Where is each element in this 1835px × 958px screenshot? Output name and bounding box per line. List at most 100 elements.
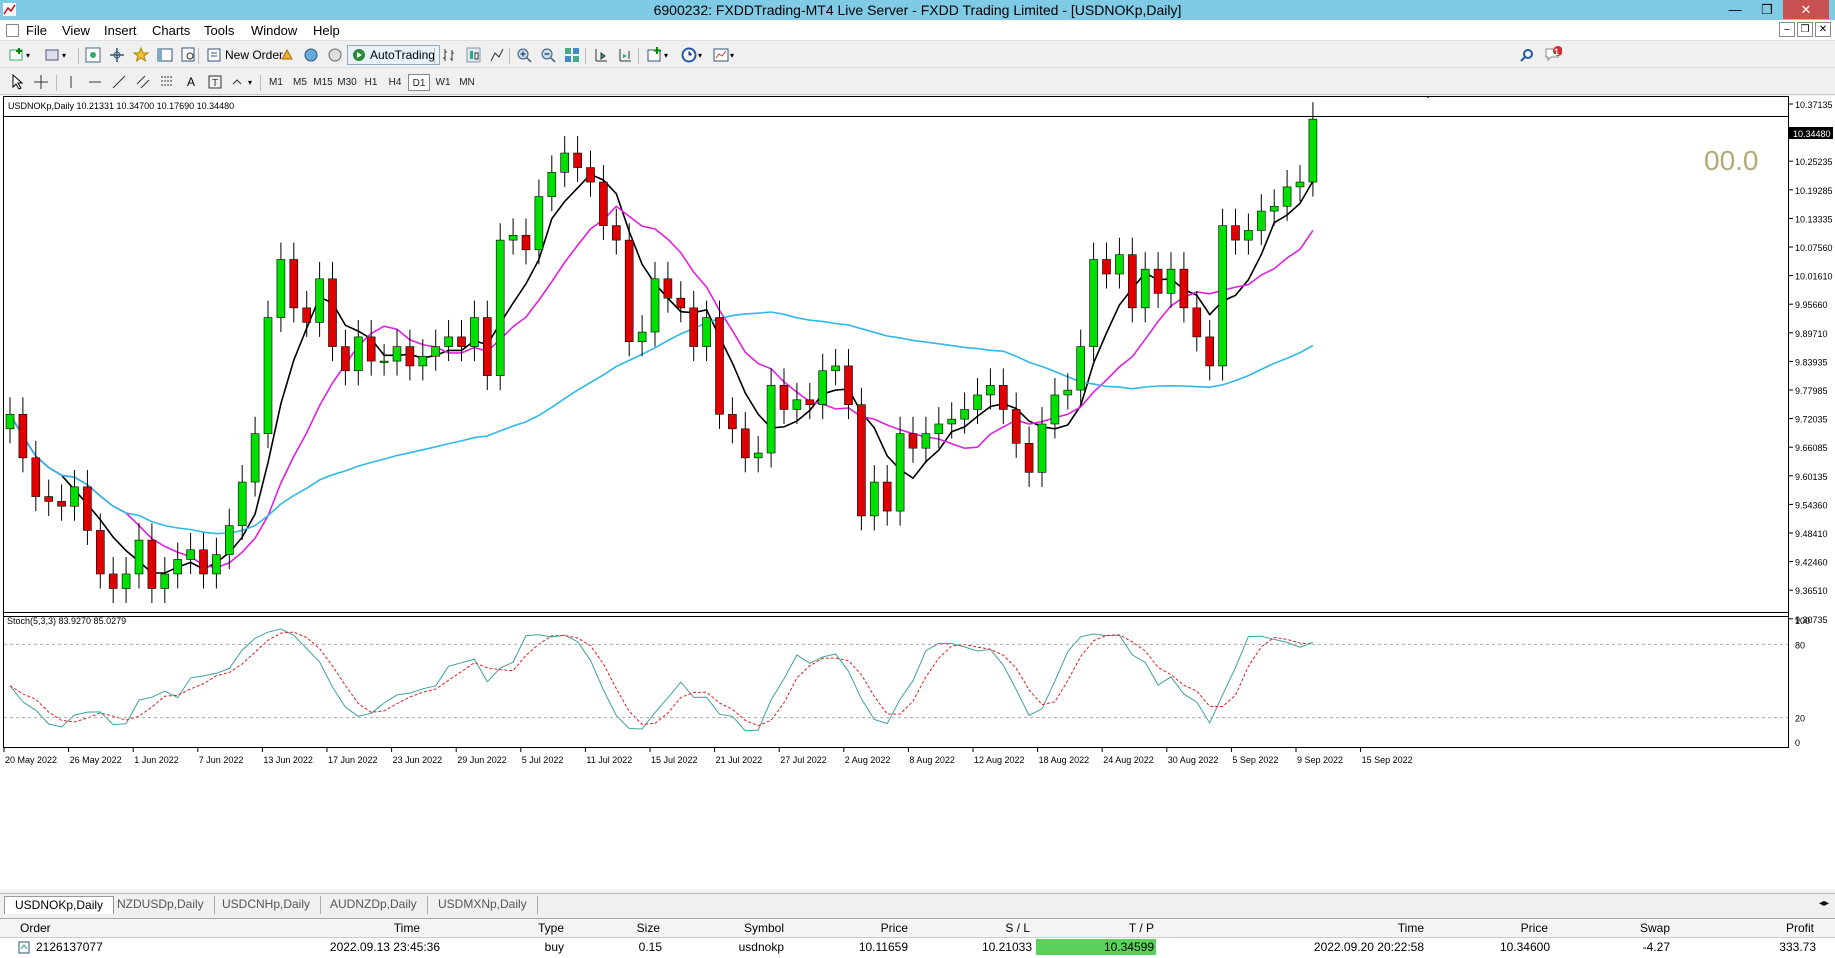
tab-nzdusdp[interactable]: NZDUSDp,Daily [107,896,215,914]
cell-close-price: 10.34600 [1499,940,1550,954]
notifications-button[interactable]: 1 [1544,46,1562,64]
chart-window[interactable]: 10.3713510.3118510.2523510.1928510.13335… [0,94,1835,889]
col-type[interactable]: Type [520,921,564,935]
market-watch-button[interactable] [84,46,102,64]
text-label-button[interactable]: T [206,73,224,91]
svg-text:T: T [212,78,218,89]
menu-tools[interactable]: Tools [204,23,234,38]
equidistant-channel-button[interactable] [134,73,152,91]
menu-charts[interactable]: Charts [152,23,190,38]
market-button[interactable] [326,46,344,64]
horizontal-line-button[interactable] [86,73,104,91]
timeframe-h4[interactable]: H4 [384,74,406,91]
navigator-button[interactable] [132,46,150,64]
line-chart-button[interactable] [488,46,506,64]
col-close-price[interactable]: Price [1498,921,1548,935]
cell-swap: -4.27 [1642,940,1670,954]
bullish-candle [1063,389,1073,396]
col-time[interactable]: Time [370,921,420,935]
candlestick-button[interactable] [464,46,482,64]
price-chart-svg[interactable]: 10.3713510.3118510.2523510.1928510.13335… [0,94,1835,889]
menu-file[interactable]: File [26,23,47,38]
metaeditor-button[interactable] [278,46,296,64]
crosshair-button[interactable] [32,73,50,91]
data-window-button[interactable] [108,46,126,64]
tab-usdnokp[interactable]: USDNOKp,Daily [4,896,115,914]
tab-scroll-arrows[interactable]: ◂▸ [1819,898,1829,909]
timeframe-m15[interactable]: M15 [312,74,334,91]
strategy-tester-button[interactable] [180,46,198,64]
close-button[interactable]: ✕ [1783,0,1829,19]
chart-shift-button[interactable] [592,46,610,64]
tile-windows-button[interactable] [563,46,581,64]
terminal-window-icon [156,46,174,64]
mdi-close-button[interactable]: ✕ [1815,22,1831,37]
menu-view[interactable]: View [62,23,90,38]
table-row[interactable]: 2126137077 2022.09.13 23:45:36 buy 0.15 … [0,938,1835,957]
col-swap[interactable]: Swap [1620,921,1670,935]
bullish-candle [431,346,441,357]
col-profit[interactable]: Profit [1760,921,1814,935]
chart-shift-icon [592,46,610,64]
arrows-button[interactable]: ▾ [230,73,252,91]
date-label: 29 Jun 2022 [457,755,507,765]
new-order-button[interactable]: New Order [202,46,288,64]
timeframe-m30[interactable]: M30 [336,74,358,91]
bar-chart-button[interactable] [440,46,458,64]
col-symbol[interactable]: Symbol [740,921,784,935]
fibonacci-icon [158,73,176,91]
timeframe-h1[interactable]: H1 [360,74,382,91]
timeframe-m1[interactable]: M1 [265,74,287,91]
bearish-candle [611,225,621,241]
crosshair-icon [32,73,50,91]
autoscroll-button[interactable] [616,46,634,64]
trendline-button[interactable] [110,73,128,91]
tab-usdmxnp[interactable]: USDMXNp,Daily [428,896,538,914]
bearish-candle [1102,259,1111,275]
indicators-button[interactable]: ▾ [646,46,668,64]
tab-usdcnhp[interactable]: USDCNHp,Daily [212,896,322,914]
cursor-button[interactable] [8,73,26,91]
signals-button[interactable] [302,46,320,64]
horizontal-line-icon [86,73,104,91]
mdi-restore-button[interactable]: ❐ [1797,22,1813,37]
templates-button[interactable]: ▾ [712,46,734,64]
col-sl[interactable]: S / L [980,921,1030,935]
bullish-candle [470,317,479,347]
document-icon[interactable] [6,24,19,37]
new-chart-button[interactable]: ▾ [8,46,30,64]
col-price[interactable]: Price [860,921,908,935]
autotrading-label: AutoTrading [370,48,435,62]
zoom-in-button[interactable] [515,46,533,64]
menu-insert[interactable]: Insert [104,23,137,38]
text-button[interactable]: A [182,73,200,91]
col-close-time[interactable]: Time [1370,921,1424,935]
minimize-button[interactable]: — [1719,0,1751,19]
notification-count: 1 [1554,47,1560,57]
menu-help[interactable]: Help [313,23,340,38]
autotrading-button[interactable]: AutoTrading [347,45,440,65]
cell-profit: 333.73 [1779,940,1816,954]
stoch-level-label: 100 [1795,616,1810,626]
tab-audnzdp[interactable]: AUDNZDp,Daily [320,896,428,914]
mdi-minimize-button[interactable]: – [1779,22,1795,37]
terminal-button[interactable] [156,46,174,64]
maximize-button[interactable]: ❐ [1751,0,1783,19]
vertical-line-button[interactable] [62,73,80,91]
fibonacci-button[interactable] [158,73,176,91]
timeframe-d1[interactable]: D1 [408,74,430,91]
price-tick-label: 10.37135 [1795,100,1833,110]
timeframe-mn[interactable]: MN [456,74,478,91]
timeframe-w1[interactable]: W1 [432,74,454,91]
menu-window[interactable]: Window [251,23,297,38]
profiles-button[interactable]: ▾ [44,46,66,64]
search-button[interactable] [1518,46,1536,64]
bearish-candle [728,414,737,430]
col-order[interactable]: Order [20,921,51,935]
col-size[interactable]: Size [620,921,660,935]
zoom-out-icon [539,46,557,64]
timeframe-m5[interactable]: M5 [289,74,311,91]
periods-button[interactable]: ▾ [680,46,702,64]
zoom-out-button[interactable] [539,46,557,64]
col-tp[interactable]: T / P [1100,921,1154,935]
